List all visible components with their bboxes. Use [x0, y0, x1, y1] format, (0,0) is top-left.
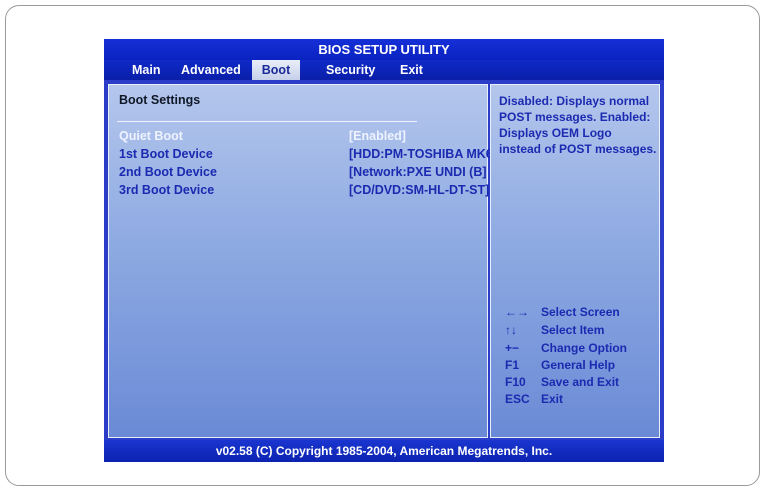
key-legend-item: ESC Exit: [505, 391, 655, 407]
setting-2nd-boot-device[interactable]: 2nd Boot Device [Network:PXE UNDI (B]: [119, 164, 489, 181]
tab-exit[interactable]: Exit: [400, 60, 423, 80]
key-desc: Select Item: [541, 323, 605, 337]
setting-value[interactable]: [Enabled]: [349, 128, 406, 145]
bios-window: BIOS SETUP UTILITY Main Advanced Boot Se…: [104, 39, 664, 462]
key-name: +−: [505, 341, 520, 355]
setting-value[interactable]: [CD/DVD:SM-HL-DT-ST]: [349, 182, 489, 199]
key-desc: Exit: [541, 392, 564, 406]
help-panel: Disabled: Displays normal POST messages.…: [490, 84, 660, 438]
setting-label: 2nd Boot Device: [119, 165, 217, 179]
key-desc: General Help: [541, 358, 616, 372]
setting-quiet-boot[interactable]: Quiet Boot [Enabled]: [119, 128, 489, 145]
setting-1st-boot-device[interactable]: 1st Boot Device [HDD:PM-TOSHIBA MK6]: [119, 146, 497, 163]
tab-boot[interactable]: Boot: [252, 60, 300, 80]
key-desc: Save and Exit: [541, 375, 620, 389]
setting-value[interactable]: [HDD:PM-TOSHIBA MK6]: [349, 146, 497, 163]
key-legend-item: F1 General Help: [505, 357, 655, 373]
key-legend-item: F10 Save and Exit: [505, 374, 655, 390]
key-legend-item: +− Change Option: [505, 340, 655, 356]
key-name: F10: [505, 375, 526, 389]
section-title: Boot Settings: [119, 93, 201, 107]
key-legend-item: ↑↓ Select Item: [505, 322, 655, 338]
key-desc: Select Screen: [541, 305, 620, 319]
section-divider: [117, 121, 417, 122]
menu-bar: Main Advanced Boot Security Exit: [104, 60, 664, 80]
bios-title: BIOS SETUP UTILITY: [104, 39, 664, 60]
key-name: ESC: [505, 392, 530, 406]
setting-3rd-boot-device[interactable]: 3rd Boot Device [CD/DVD:SM-HL-DT-ST]: [119, 182, 489, 199]
copyright-footer: v02.58 (C) Copyright 1985-2004, American…: [104, 440, 664, 462]
key-desc: Change Option: [541, 341, 627, 355]
setting-value[interactable]: [Network:PXE UNDI (B]: [349, 164, 487, 181]
key-name: ↑↓: [505, 323, 517, 337]
tab-advanced[interactable]: Advanced: [181, 60, 241, 80]
setting-label: 3rd Boot Device: [119, 183, 215, 197]
boot-settings-panel: Boot Settings Quiet Boot [Enabled] 1st B…: [108, 84, 497, 438]
setting-label: 1st Boot Device: [119, 147, 213, 161]
key-name: ←→: [505, 305, 529, 319]
tab-main[interactable]: Main: [132, 60, 160, 80]
key-name: F1: [505, 358, 520, 372]
key-legend-item: ←→ Select Screen: [505, 304, 655, 320]
tab-security[interactable]: Security: [326, 60, 375, 80]
help-text: Disabled: Displays normal POST messages.…: [499, 94, 657, 156]
setting-label: Quiet Boot: [119, 129, 183, 143]
